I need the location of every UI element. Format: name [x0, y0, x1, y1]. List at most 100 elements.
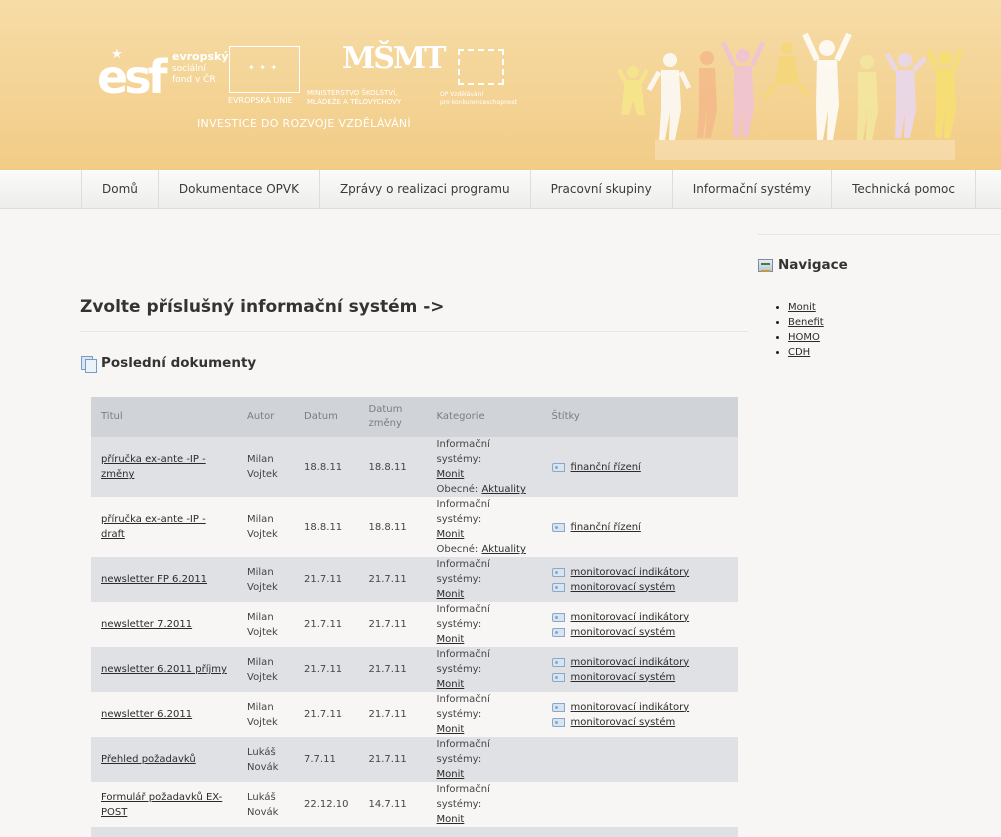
- doc-author: Milan Vojtek: [237, 692, 294, 737]
- column-header-date[interactable]: Datum: [294, 397, 359, 437]
- doc-category-cell: Informační systémy: Monit: [426, 557, 542, 602]
- tag-icon: [551, 702, 565, 712]
- tag-icon: [551, 657, 565, 667]
- tag-icon: [551, 522, 565, 532]
- tag-link[interactable]: finanční řízení: [571, 520, 641, 535]
- table-row: newsletter 6.2011 příjmy Milan Vojtek 21…: [91, 647, 738, 692]
- tag-link[interactable]: monitorovací indikátory: [571, 610, 690, 625]
- nav-item-technicka-pomoc[interactable]: Technická pomoc: [832, 170, 976, 209]
- category-link[interactable]: Monit: [437, 589, 465, 600]
- table-row: [91, 827, 738, 837]
- sidebar-link[interactable]: Benefit: [788, 317, 824, 328]
- doc-category-cell: Informační systémy: Monit: [426, 737, 542, 782]
- sidebar-item-monit: Monit: [788, 300, 824, 315]
- navigation-icon: [758, 258, 773, 272]
- column-header-date-changed[interactable]: Datum změny: [358, 397, 427, 437]
- doc-date-changed: 21.7.11: [358, 692, 427, 737]
- doc-date: 22.12.10: [294, 782, 359, 827]
- category-label: Informační systémy:: [436, 499, 490, 525]
- category-link[interactable]: Monit: [437, 769, 465, 780]
- doc-date-changed: 21.7.11: [358, 602, 427, 647]
- doc-date: 21.7.11: [294, 647, 359, 692]
- doc-date: 18.8.11: [294, 437, 359, 497]
- doc-category-cell: Informační systémy: Monit: [426, 647, 542, 692]
- table-row: Přehled požadavků Lukáš Novák 7.7.11 21.…: [91, 737, 738, 782]
- category-link[interactable]: Monit: [437, 529, 465, 540]
- doc-date-changed: 14.7.11: [358, 782, 427, 827]
- doc-title-link[interactable]: Formulář požadavků EX-POST: [101, 792, 222, 818]
- doc-title-link[interactable]: příručka ex-ante -IP - změny: [101, 454, 206, 480]
- sidebar-link[interactable]: CDH: [788, 347, 810, 358]
- sidebar-item-benefit: Benefit: [788, 315, 824, 330]
- sidebar-link[interactable]: HOMO: [788, 332, 820, 343]
- nav-item-zpravy-o-realizaci[interactable]: Zprávy o realizaci programu: [320, 170, 531, 209]
- tag-link[interactable]: monitorovací systém: [571, 670, 676, 685]
- sidebar-link[interactable]: Monit: [788, 302, 816, 313]
- doc-date-changed: 18.8.11: [358, 437, 427, 497]
- category-link[interactable]: Monit: [437, 679, 465, 690]
- eu-logo[interactable]: EVROPSKÁ UNIE: [228, 45, 302, 107]
- table-row: Formulář požadavků EX-POST Lukáš Novák 2…: [91, 782, 738, 827]
- table-row: příručka ex-ante -IP - draft Milan Vojte…: [91, 497, 738, 557]
- esf-logo[interactable]: ★ esf evropský sociální fond v ČR: [97, 47, 229, 107]
- eu-flag-icon: [229, 46, 300, 93]
- column-header-author[interactable]: Autor: [237, 397, 294, 437]
- nav-item-informacni-systemy[interactable]: Informační systémy: [673, 170, 833, 209]
- column-header-tags[interactable]: Štítky: [541, 397, 738, 437]
- sponsor-logos: ★ esf evropský sociální fond v ČR EVROPS…: [97, 41, 527, 135]
- category-link[interactable]: Aktuality: [481, 484, 525, 495]
- tag-link[interactable]: monitorovací systém: [571, 580, 676, 595]
- column-header-title[interactable]: Titul: [91, 397, 237, 437]
- doc-title-link[interactable]: newsletter 6.2011 příjmy: [101, 664, 227, 675]
- category-label: Obecné:: [436, 484, 479, 495]
- title-divider: [80, 331, 748, 332]
- msmt-mark: MŠMT: [342, 41, 446, 76]
- category-label: Obecné:: [436, 544, 479, 555]
- tag-link[interactable]: monitorovací indikátory: [571, 655, 690, 670]
- tag-item: monitorovací indikátory: [551, 565, 728, 580]
- table-row: newsletter 6.2011 Milan Vojtek 21.7.11 2…: [91, 692, 738, 737]
- tag-item: monitorovací indikátory: [551, 610, 728, 625]
- doc-title-link[interactable]: newsletter FP 6.2011: [101, 574, 207, 585]
- doc-title-cell: newsletter FP 6.2011: [91, 557, 237, 602]
- sidebar-links: Monit Benefit HOMO CDH: [788, 300, 824, 360]
- sidebar-heading: Navigace: [758, 257, 848, 273]
- op-vk-logo[interactable]: OP Vzdělávání pro konkurenceschopnost: [440, 47, 525, 109]
- nav-item-pracovni-skupiny[interactable]: Pracovní skupiny: [531, 170, 673, 209]
- msmt-logo[interactable]: MŠMT MINISTERSTVO ŠKOLSTVÍ, MLÁDEŽE A TĚ…: [307, 41, 446, 107]
- tag-link[interactable]: monitorovací indikátory: [571, 700, 690, 715]
- nav-item-domu[interactable]: Domů: [82, 170, 159, 209]
- tag-link[interactable]: monitorovací systém: [571, 715, 676, 730]
- category-link[interactable]: Monit: [437, 814, 465, 825]
- tag-link[interactable]: monitorovací indikátory: [571, 565, 690, 580]
- sidebar-divider: [758, 234, 1001, 235]
- category-label: Informační systémy:: [436, 694, 490, 720]
- tag-icon: [551, 462, 565, 472]
- doc-author: Milan Vojtek: [237, 602, 294, 647]
- op-vk-caption: OP Vzdělávání pro konkurenceschopnost: [440, 91, 518, 106]
- tag-link[interactable]: finanční řízení: [571, 460, 641, 475]
- category-label: Informační systémy:: [436, 604, 490, 630]
- doc-author: Milan Vojtek: [237, 437, 294, 497]
- tag-item: finanční řízení: [551, 520, 728, 535]
- main-navigation-bar: Domů Dokumentace OPVK Zprávy o realizaci…: [0, 170, 1001, 209]
- category-link[interactable]: Aktuality: [481, 544, 525, 555]
- header-slogan: INVESTICE DO ROZVOJE VZDĚLÁVÁNÍ: [197, 117, 411, 130]
- doc-date: 18.8.11: [294, 497, 359, 557]
- nav-item-dokumentace-opvk[interactable]: Dokumentace OPVK: [159, 170, 320, 209]
- doc-category-cell: Informační systémy: Monit: [426, 602, 542, 647]
- doc-title-link[interactable]: newsletter 6.2011: [101, 709, 192, 720]
- column-header-category[interactable]: Kategorie: [426, 397, 542, 437]
- doc-title-link[interactable]: Přehled požadavků: [101, 754, 196, 765]
- category-link[interactable]: Monit: [437, 634, 465, 645]
- doc-title-link[interactable]: příručka ex-ante -IP - draft: [101, 514, 206, 540]
- tag-icon: [551, 567, 565, 577]
- doc-title-cell: newsletter 6.2011 příjmy: [91, 647, 237, 692]
- doc-date-changed: 21.7.11: [358, 557, 427, 602]
- op-vk-icon: [458, 49, 504, 85]
- category-link[interactable]: Monit: [437, 469, 465, 480]
- category-link[interactable]: Monit: [437, 724, 465, 735]
- doc-title-link[interactable]: newsletter 7.2011: [101, 619, 192, 630]
- doc-author: Lukáš Novák: [237, 782, 294, 827]
- tag-link[interactable]: monitorovací systém: [571, 625, 676, 640]
